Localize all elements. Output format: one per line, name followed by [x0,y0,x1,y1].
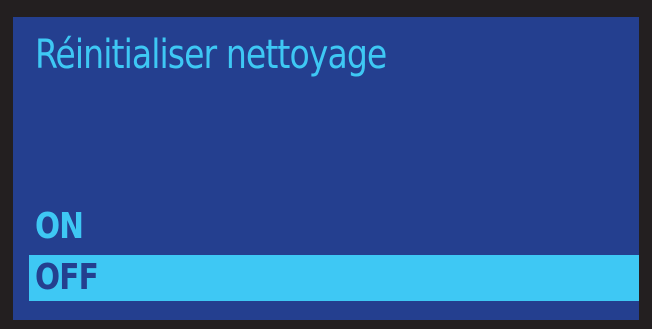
option-on-label: ON [35,206,84,247]
option-off-label: OFF [35,257,99,298]
menu-title: Réinitialiser nettoyage [35,32,387,78]
option-off-selected[interactable]: OFF [29,255,639,301]
lcd-screen: Réinitialiser nettoyage ON OFF [13,17,639,320]
option-on[interactable]: ON [13,204,639,250]
display-bezel: Réinitialiser nettoyage ON OFF [0,0,652,329]
